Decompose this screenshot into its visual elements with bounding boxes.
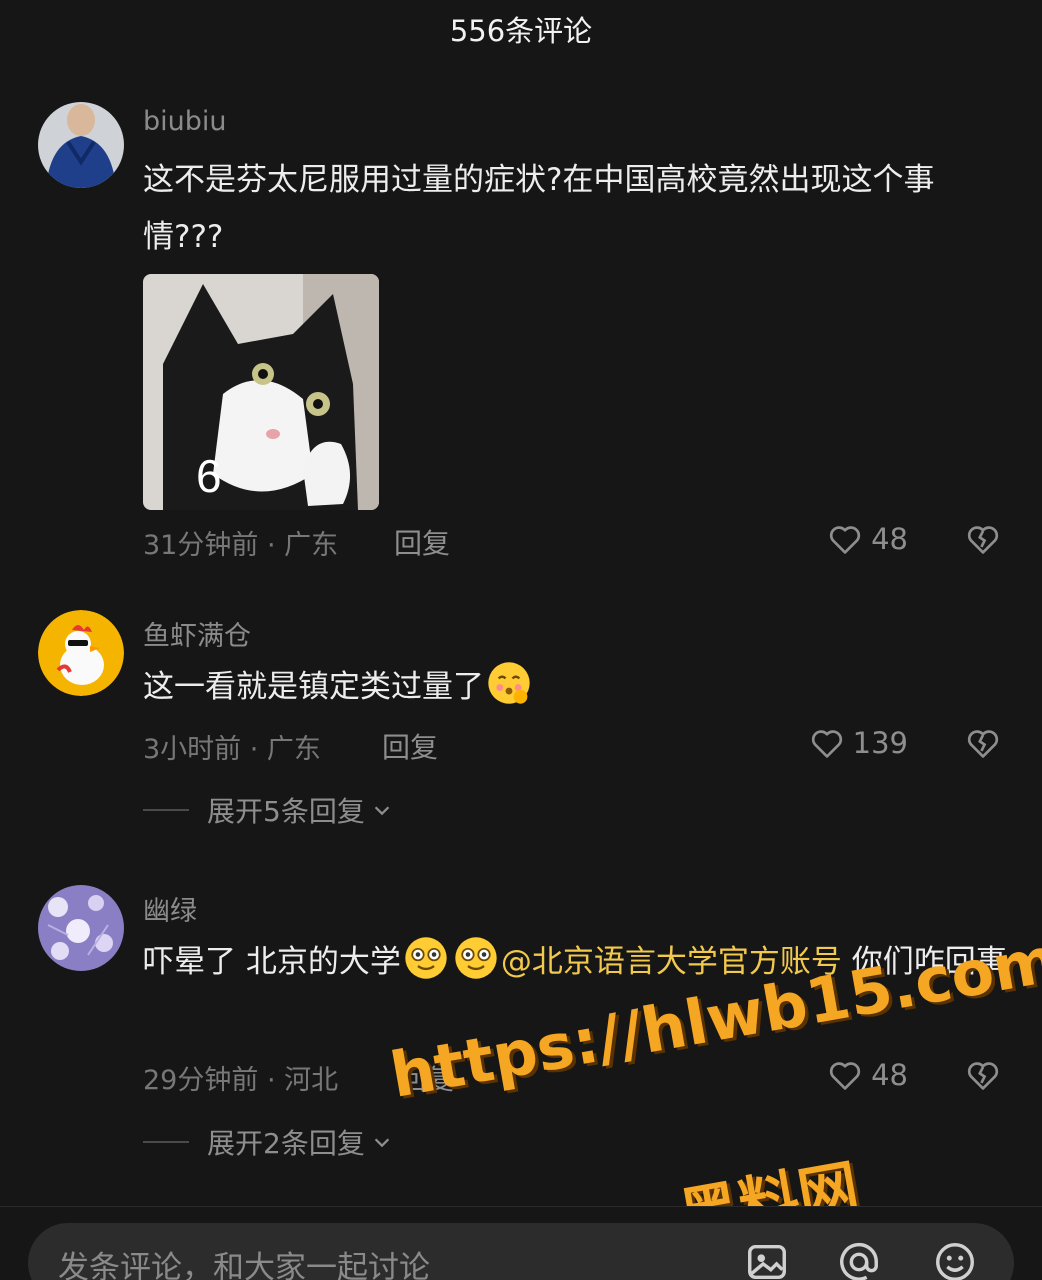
reply-button[interactable]: 回复 [394,522,450,562]
broken-heart-icon [967,526,999,554]
comment-text-body: 这一看就是镇定类过量了 [143,669,484,705]
dislike-button[interactable] [964,1056,1002,1098]
image-icon[interactable] [744,1239,790,1280]
comment-meta: 29分钟前 · 河北 [143,1065,339,1096]
heart-icon [830,526,861,554]
divider [143,809,189,811]
like-button[interactable]: 139 [807,724,908,762]
expand-replies-button[interactable]: 展开2条回复 [143,1122,393,1162]
comment-text: 这不是芬太尼服用过量的症状?在中国高校竟然出现这个事情??? [143,162,935,255]
like-count: 139 [852,726,908,760]
heart-icon [811,730,842,758]
comment-composer-bar: 发条评论，和大家一起讨论 [0,1206,1042,1280]
chevron-down-icon [374,806,390,816]
at-icon[interactable] [836,1239,882,1280]
like-count: 48 [871,1058,908,1092]
emoji-icon [488,662,530,704]
page-title: 556条评论 [449,14,593,48]
expand-replies-button[interactable]: 展开5条回复 [143,790,393,830]
like-button[interactable]: 48 [825,520,908,558]
avatar[interactable] [38,102,124,188]
username[interactable]: biubiu [143,106,227,137]
sticker-caption: 6 [196,450,222,502]
chevron-down-icon [374,1138,390,1148]
like-button[interactable]: 48 [825,1056,908,1094]
comment-input[interactable]: 发条评论，和大家一起讨论 [28,1223,1014,1280]
emoji-icon[interactable] [932,1239,978,1280]
avatar[interactable] [38,885,124,971]
comment-meta: 3小时前 · 广东 [143,734,321,765]
cat-sticker-image[interactable]: 6 [143,274,379,510]
comment-text: 这一看就是镇定类过量了 [143,659,1013,716]
emoji-icon [405,937,447,979]
broken-heart-icon [967,1062,999,1090]
comment-text-body: 吓晕了 北京的大学 [143,944,401,980]
username[interactable]: 幽绿 [143,889,197,928]
divider [143,1141,189,1143]
reply-button[interactable]: 回复 [382,726,438,766]
comment-input-placeholder: 发条评论，和大家一起讨论 [58,1250,430,1280]
dislike-button[interactable] [964,724,1002,766]
broken-heart-icon [967,730,999,758]
avatar[interactable] [38,610,124,696]
dislike-button[interactable] [964,520,1002,562]
comment-meta: 31分钟前 · 广东 [143,530,339,561]
expand-replies-label: 展开5条回复 [207,795,365,828]
heart-icon [830,1062,861,1090]
username[interactable]: 鱼虾满仓 [143,614,251,653]
emoji-icon [455,937,497,979]
expand-replies-label: 展开2条回复 [207,1127,365,1160]
like-count: 48 [871,522,908,556]
